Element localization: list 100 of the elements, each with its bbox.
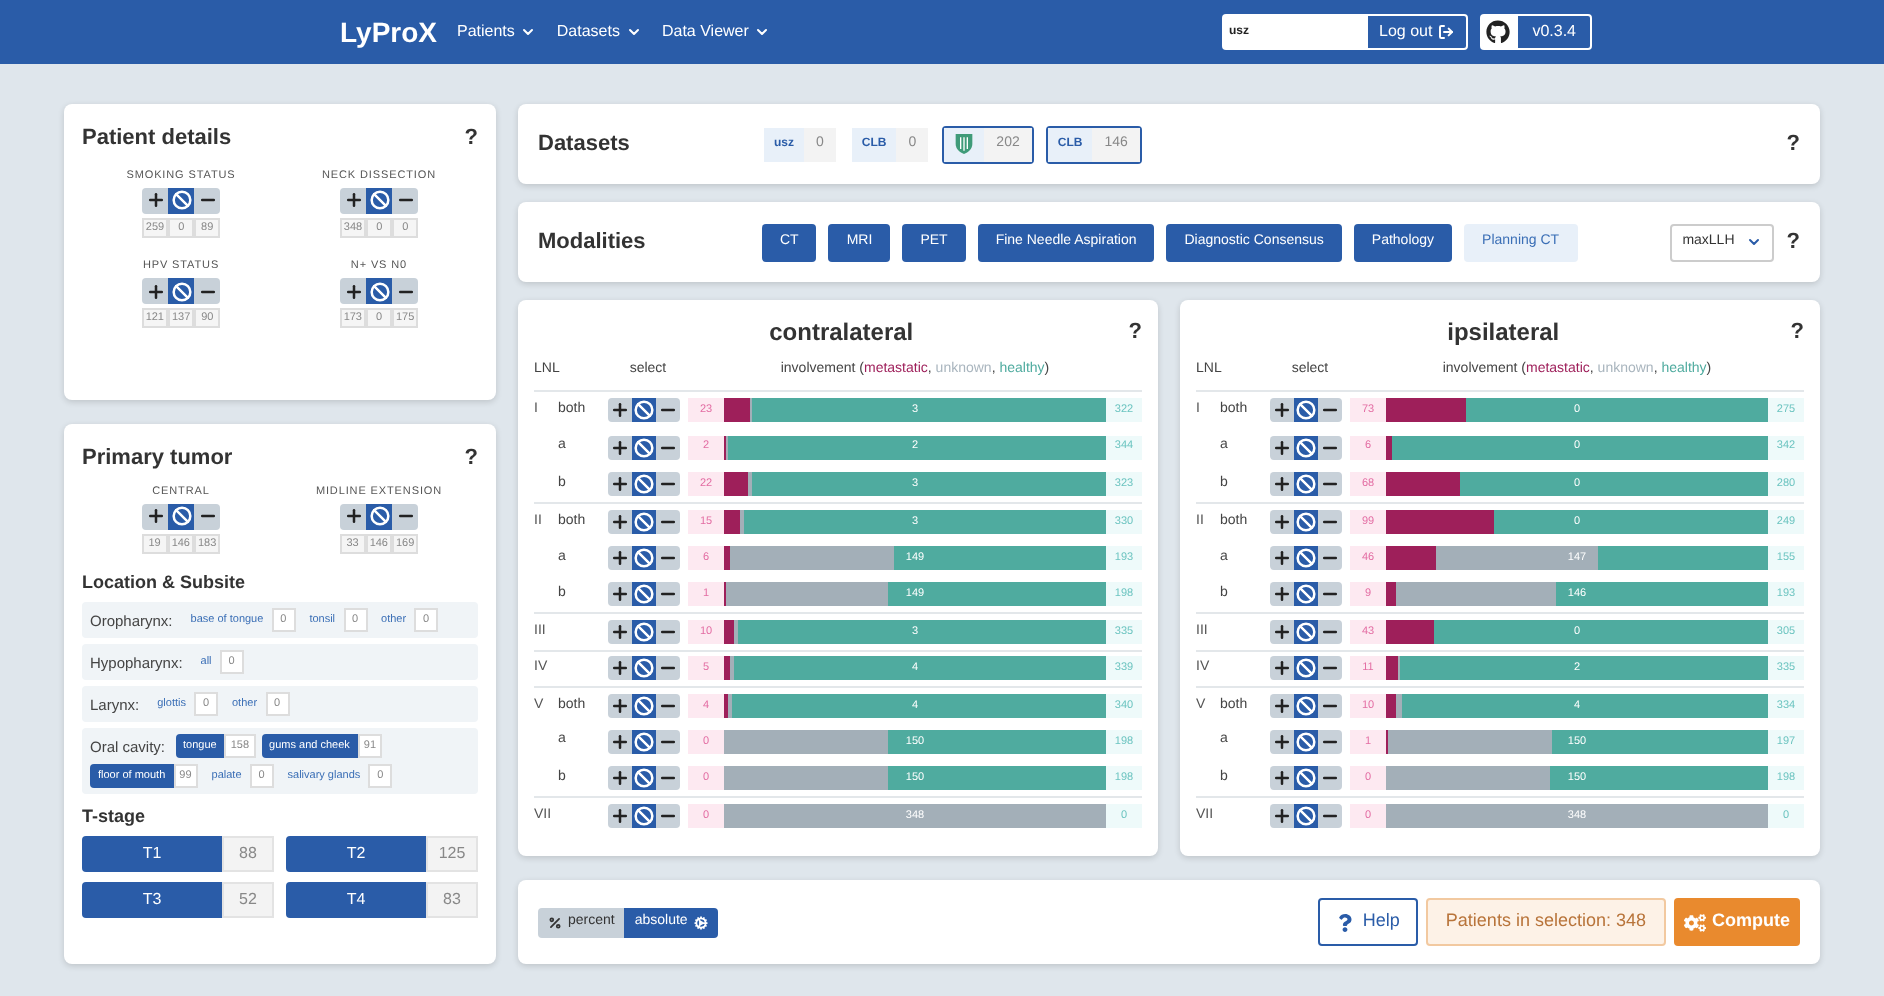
percent-icon	[548, 915, 562, 929]
help-button[interactable]: ?	[1786, 127, 1800, 161]
include-button[interactable]	[608, 471, 632, 496]
ignore-button[interactable]	[632, 693, 656, 718]
include-button[interactable]	[608, 435, 632, 460]
help-button[interactable]: ?	[1790, 315, 1804, 349]
include-button[interactable]	[608, 766, 632, 791]
help-button[interactable]: ?	[1128, 315, 1142, 349]
github-icon-box[interactable]	[1480, 14, 1517, 50]
plus-icon	[1272, 511, 1292, 532]
ignore-button[interactable]	[632, 766, 656, 791]
include-button[interactable]	[1270, 656, 1294, 681]
nav-menu[interactable]: Datasets	[556, 20, 642, 44]
include-button[interactable]	[608, 656, 632, 681]
ignore-button[interactable]	[1294, 471, 1318, 496]
ignore-button[interactable]	[1294, 398, 1318, 423]
ban-icon	[1296, 511, 1316, 532]
ignore-button[interactable]	[1294, 729, 1318, 754]
include-button[interactable]	[1270, 803, 1294, 828]
ignore-button[interactable]	[1294, 656, 1318, 681]
include-button[interactable]	[1270, 398, 1294, 423]
metastatic-segment	[724, 545, 731, 570]
ignore-button[interactable]	[632, 545, 656, 570]
ignore-button[interactable]	[366, 187, 392, 214]
help-button[interactable]: ?	[1786, 225, 1800, 259]
ignore-button[interactable]	[168, 187, 194, 214]
ignore-button[interactable]	[632, 656, 656, 681]
help-button[interactable]: ?	[464, 122, 478, 155]
include-button[interactable]	[608, 398, 632, 423]
ignore-button[interactable]	[1294, 620, 1318, 645]
ignore-button[interactable]	[632, 620, 656, 645]
t-stage-button[interactable]: T4	[286, 881, 426, 918]
metastatic-segment	[724, 693, 729, 718]
include-button[interactable]	[1270, 729, 1294, 754]
ignore-button[interactable]	[366, 503, 392, 530]
include-button[interactable]	[1270, 471, 1294, 496]
include-button[interactable]	[608, 693, 632, 718]
ignore-button[interactable]	[632, 729, 656, 754]
include-button[interactable]	[608, 582, 632, 607]
ignore-button[interactable]	[632, 582, 656, 607]
ignore-button[interactable]	[1294, 766, 1318, 791]
ban-icon	[1296, 731, 1316, 752]
metastatic-segment	[1386, 435, 1393, 460]
unknown-segment	[728, 693, 733, 718]
selection-count: Patients in selection: 348	[1425, 898, 1666, 946]
ignore-button[interactable]	[1294, 509, 1318, 534]
ignore-button[interactable]	[632, 471, 656, 496]
ignore-button[interactable]	[1294, 582, 1318, 607]
plus-icon	[610, 695, 630, 716]
card-title: Modalities	[538, 227, 648, 258]
ignore-button[interactable]	[632, 509, 656, 534]
nav-menu[interactable]: Data Viewer	[661, 20, 771, 44]
t-stage-count: 125	[426, 835, 478, 872]
ban-icon	[634, 437, 654, 458]
include-button[interactable]	[608, 545, 632, 570]
plus-icon	[610, 731, 630, 752]
ignore-button[interactable]	[366, 278, 392, 304]
plus-icon	[610, 437, 630, 458]
plus-icon	[1272, 473, 1292, 494]
ignore-button[interactable]	[1294, 693, 1318, 718]
help-button[interactable]: Help	[1318, 898, 1418, 946]
ignore-button[interactable]	[632, 435, 656, 460]
plus-icon	[1272, 658, 1292, 679]
include-button[interactable]	[1270, 693, 1294, 718]
ignore-button[interactable]	[168, 278, 194, 304]
plus-icon	[145, 190, 165, 211]
ignore-button[interactable]	[632, 803, 656, 828]
ban-icon	[1296, 805, 1316, 826]
ban-icon	[1296, 437, 1316, 458]
ignore-button[interactable]	[1294, 435, 1318, 460]
unknown-segment	[734, 620, 739, 645]
plus-icon	[343, 281, 363, 301]
ignore-button[interactable]	[632, 398, 656, 423]
t-stage-button[interactable]: T3	[82, 881, 222, 918]
include-button[interactable]	[608, 620, 632, 645]
ban-icon	[369, 281, 389, 301]
nav-menu[interactable]: Patients	[457, 20, 537, 44]
plus-icon	[610, 547, 630, 568]
ignore-button[interactable]	[168, 503, 194, 530]
include-button[interactable]	[1270, 766, 1294, 791]
include-button[interactable]	[1270, 582, 1294, 607]
ignore-button[interactable]	[1294, 803, 1318, 828]
card-title: Primary tumor	[82, 444, 233, 474]
ban-icon	[634, 658, 654, 679]
plus-icon	[610, 658, 630, 679]
t-stage-button[interactable]: T1	[82, 835, 222, 872]
ban-icon	[1296, 695, 1316, 716]
include-button[interactable]	[608, 509, 632, 534]
logout-button[interactable]: Log out	[1365, 14, 1469, 50]
panel-title: contralateral	[767, 316, 916, 350]
include-button[interactable]	[1270, 620, 1294, 645]
help-button[interactable]: ?	[464, 442, 478, 475]
include-button[interactable]	[608, 729, 632, 754]
include-button[interactable]	[608, 803, 632, 828]
plus-icon	[145, 506, 165, 527]
include-button[interactable]	[1270, 509, 1294, 534]
t-stage-button[interactable]: T2	[286, 835, 426, 872]
include-button[interactable]	[1270, 545, 1294, 570]
ignore-button[interactable]	[1294, 545, 1318, 570]
include-button[interactable]	[1270, 435, 1294, 460]
